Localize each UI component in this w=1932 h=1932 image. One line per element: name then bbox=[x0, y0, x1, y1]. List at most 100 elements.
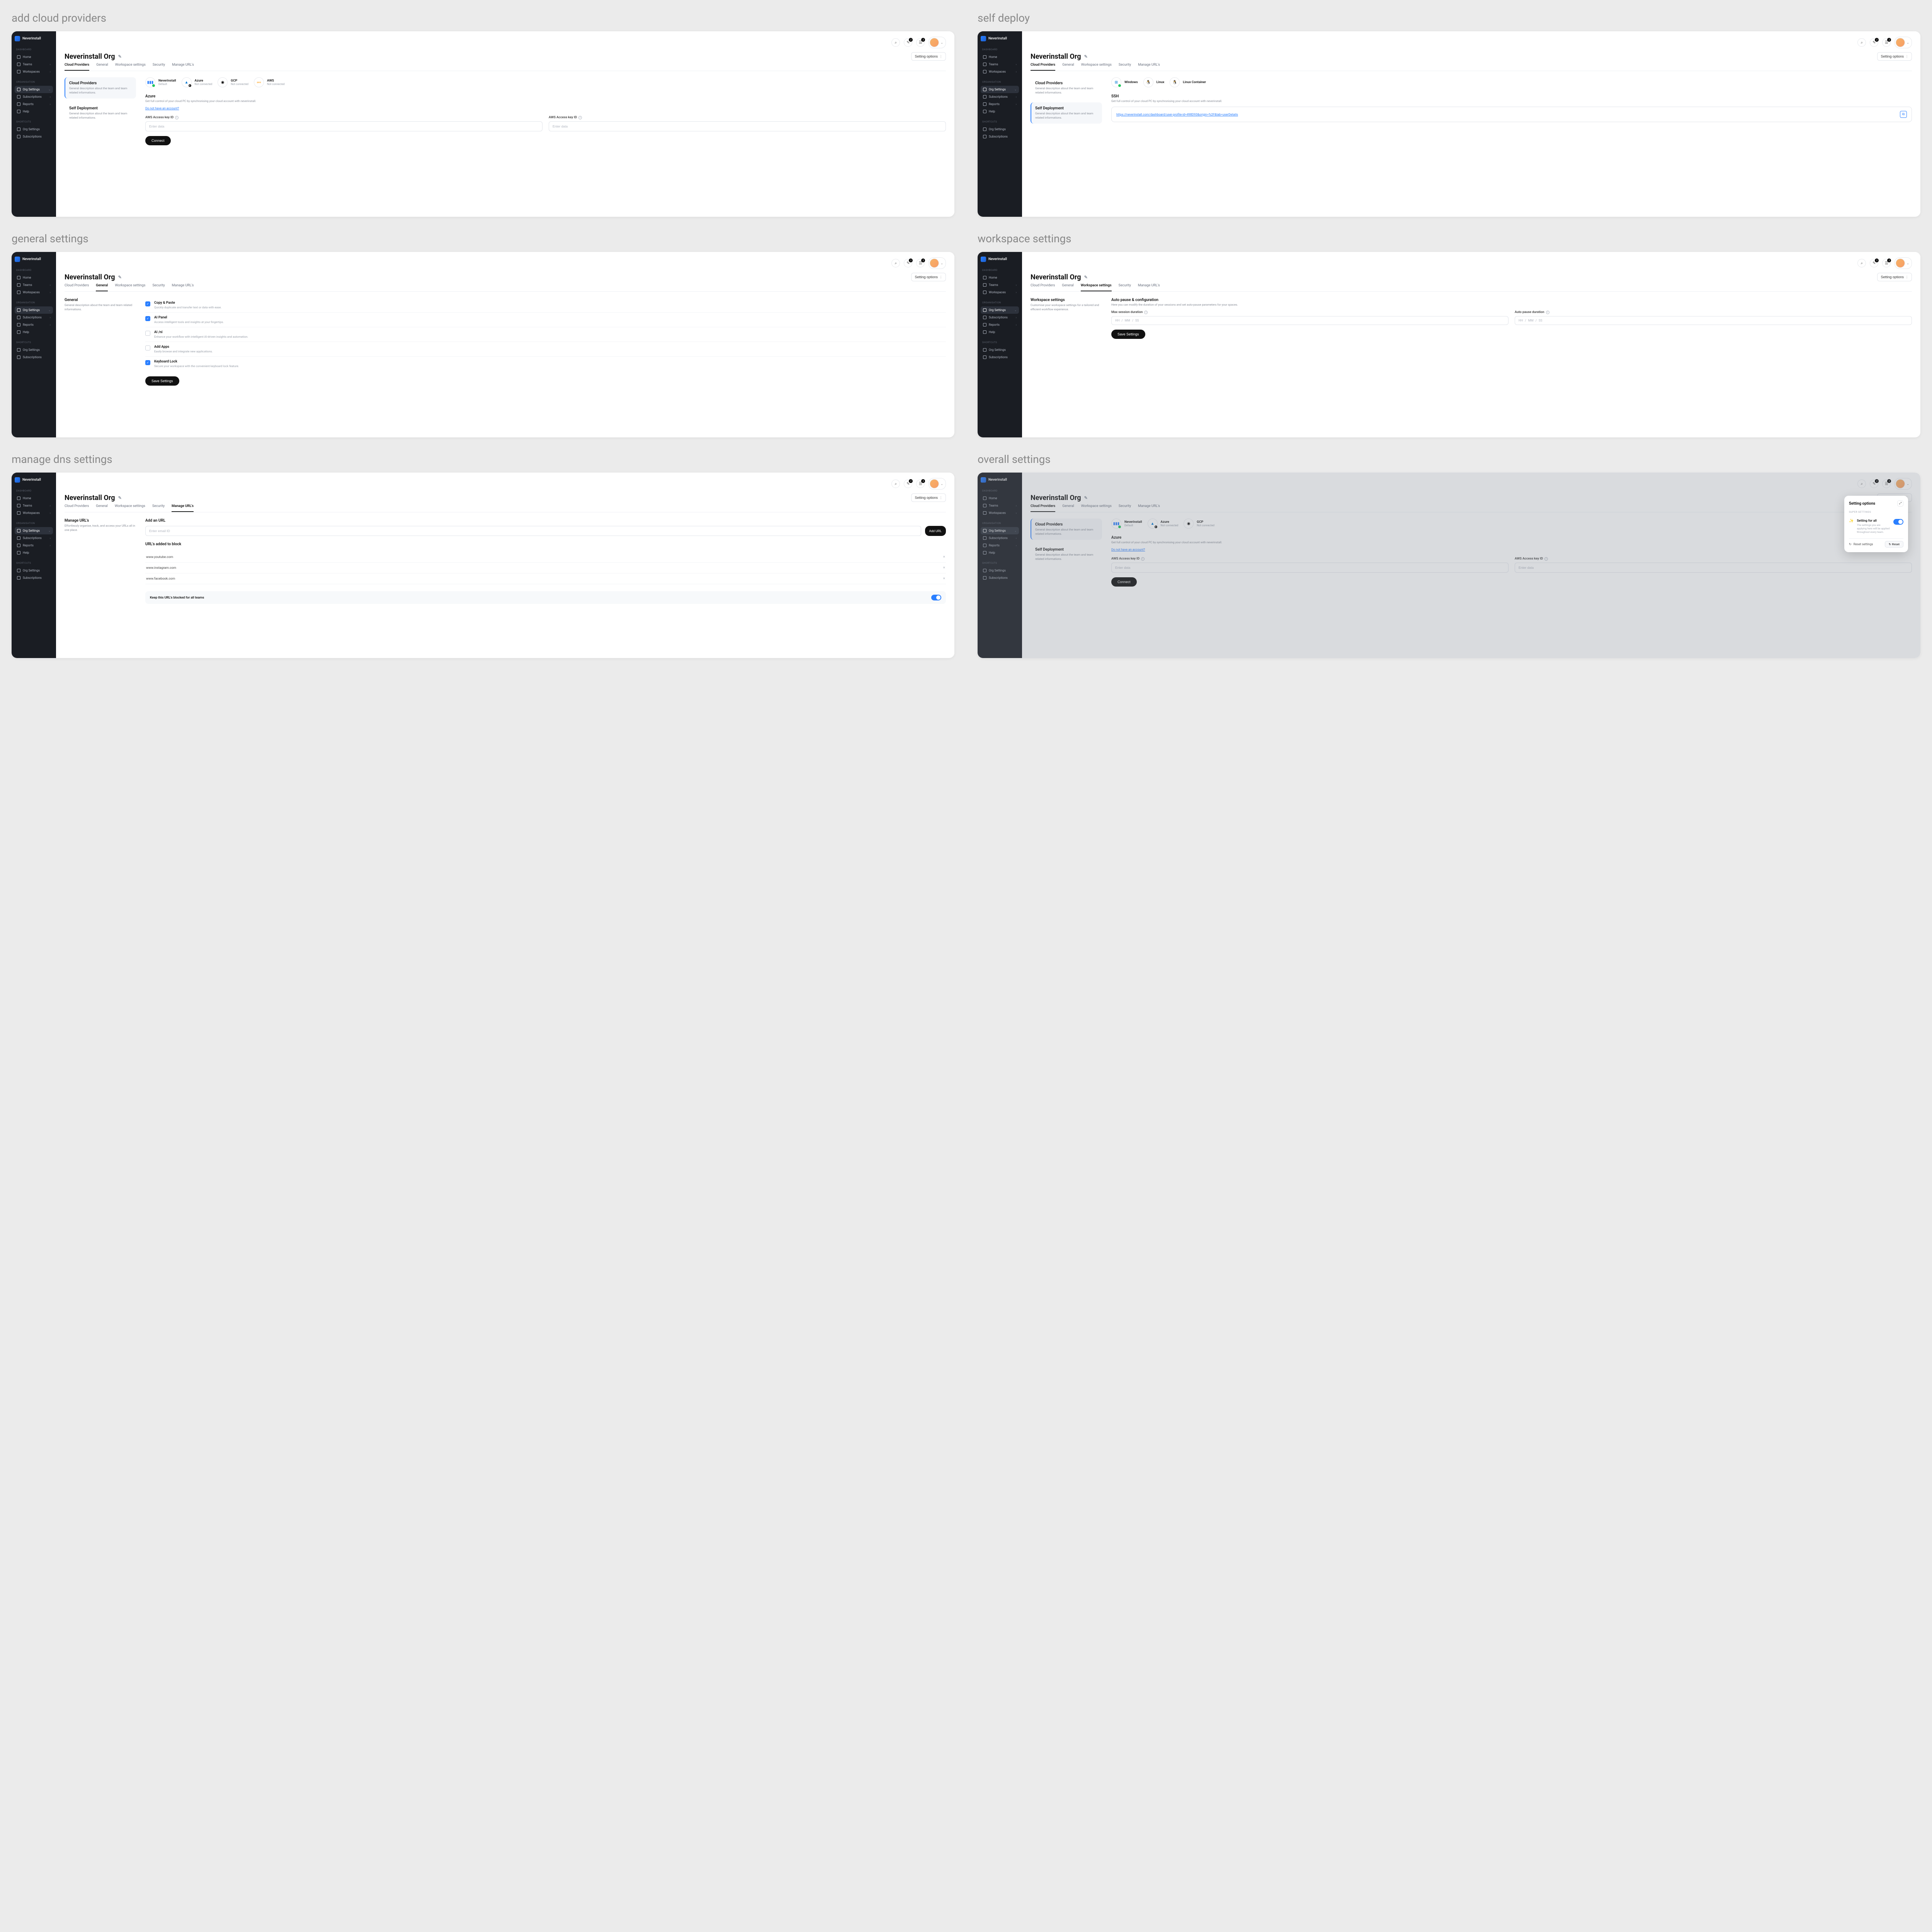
provider-aws[interactable]: awsAWSNot connected bbox=[254, 77, 285, 87]
nav-teams[interactable]: Teams› bbox=[981, 502, 1019, 509]
close-icon[interactable]: ⤢ bbox=[1897, 500, 1903, 507]
provider-linux[interactable]: 🐧Linux bbox=[1143, 77, 1165, 87]
nav-help[interactable]: Help bbox=[15, 328, 53, 336]
provider-azure[interactable]: ▲+AzureNot connected bbox=[182, 77, 213, 87]
reset-button[interactable]: ↻ Reset bbox=[1885, 541, 1903, 548]
nav-home[interactable]: Home bbox=[15, 53, 53, 61]
nav-workspaces[interactable]: Workspaces› bbox=[15, 509, 53, 517]
shortcut-org[interactable]: Org Settings bbox=[981, 346, 1019, 354]
nav-help[interactable]: Help bbox=[981, 328, 1019, 336]
nav-help[interactable]: Help bbox=[981, 108, 1019, 115]
ssh-url[interactable]: https://neverinstall.com/dashboard/user-… bbox=[1116, 113, 1896, 116]
shortcut-sub[interactable]: Subscriptions bbox=[981, 574, 1019, 582]
access-key-input-2[interactable] bbox=[1515, 563, 1912, 573]
bell-icon[interactable]: ☰2 bbox=[916, 38, 925, 47]
nav-reports[interactable]: Reports› bbox=[15, 100, 53, 108]
nav-teams[interactable]: Teams› bbox=[981, 61, 1019, 68]
notes-icon[interactable]: ✎2 bbox=[904, 480, 912, 488]
bell-icon[interactable]: ☰2 bbox=[1882, 259, 1891, 267]
shortcut-org[interactable]: Org Settings bbox=[981, 126, 1019, 133]
tab-cloud[interactable]: Cloud Providers bbox=[1031, 63, 1055, 71]
check-row[interactable]: ✓Copy & PasteQuickly duplicate and trans… bbox=[145, 298, 946, 313]
add-url-button[interactable]: Add URL bbox=[925, 526, 946, 536]
connect-button[interactable]: Connect bbox=[145, 136, 171, 145]
search-icon[interactable]: ⌕ bbox=[891, 480, 900, 488]
nav-org-settings[interactable]: Org Settings⌄ bbox=[15, 306, 53, 314]
tab-security[interactable]: Security bbox=[1119, 504, 1131, 512]
search-icon[interactable]: ⌕ bbox=[1857, 259, 1866, 267]
provider-neverinstall[interactable]: ▮▮▮NeverinstallDefault bbox=[1111, 519, 1142, 529]
user-menu[interactable]: ⌄ bbox=[1895, 37, 1912, 48]
notes-icon[interactable]: ✎2 bbox=[1870, 38, 1878, 47]
tab-cloud[interactable]: Cloud Providers bbox=[1031, 504, 1055, 512]
provider-gcp[interactable]: ◉GCPNot connected bbox=[1184, 519, 1214, 529]
settings-options-button[interactable]: Setting options⋮ bbox=[1877, 52, 1912, 61]
shortcut-sub[interactable]: Subscriptions bbox=[15, 133, 53, 140]
shortcut-sub[interactable]: Subscriptions bbox=[15, 354, 53, 361]
left-selfdep-card[interactable]: Self Deployment General description abou… bbox=[65, 102, 136, 124]
info-icon[interactable]: i bbox=[175, 116, 179, 119]
tab-security[interactable]: Security bbox=[152, 284, 165, 291]
nav-home[interactable]: Home bbox=[981, 53, 1019, 61]
tab-urls[interactable]: Manage URL's bbox=[1138, 63, 1160, 71]
tab-cloud[interactable]: Cloud Providers bbox=[1031, 284, 1055, 291]
provider-linuxc[interactable]: 🐧Linux Container bbox=[1170, 77, 1206, 87]
shortcut-sub[interactable]: Subscriptions bbox=[15, 574, 53, 582]
nav-workspaces[interactable]: Workspaces› bbox=[981, 68, 1019, 75]
tab-workspace[interactable]: Workspace settings bbox=[115, 63, 146, 71]
tab-urls[interactable]: Manage URL's bbox=[172, 284, 194, 291]
nav-workspaces[interactable]: Workspaces› bbox=[981, 509, 1019, 517]
user-menu[interactable]: ⌄ bbox=[929, 37, 946, 48]
provider-gcp[interactable]: ◉GCPNot connected bbox=[218, 77, 248, 87]
nav-subscriptions[interactable]: Subscriptions› bbox=[15, 314, 53, 321]
remove-icon[interactable]: × bbox=[943, 555, 945, 559]
nav-org-settings[interactable]: Org Settings⌄ bbox=[15, 527, 53, 534]
tab-cloud[interactable]: Cloud Providers bbox=[65, 63, 89, 71]
provider-windows[interactable]: ⊞Windows bbox=[1111, 77, 1138, 87]
tab-security[interactable]: Security bbox=[1119, 63, 1131, 71]
tab-cloud[interactable]: Cloud Providers bbox=[65, 504, 89, 512]
tab-workspace[interactable]: Workspace settings bbox=[1081, 284, 1112, 291]
max-session-input[interactable]: HH/MM/SS bbox=[1111, 316, 1509, 325]
provider-azure[interactable]: ▲+AzureNot connected bbox=[1148, 519, 1179, 529]
nav-home[interactable]: Home bbox=[15, 274, 53, 281]
edit-icon[interactable]: ✎ bbox=[1084, 54, 1088, 59]
provider-neverinstall[interactable]: ▮▮▮NeverinstallDefault bbox=[145, 77, 176, 87]
access-key-input-2[interactable] bbox=[549, 121, 946, 131]
nav-org-settings[interactable]: Org Settings⌄ bbox=[981, 306, 1019, 314]
notes-icon[interactable]: ✎2 bbox=[1870, 480, 1878, 488]
auto-pause-input[interactable]: HH/MM/SS bbox=[1515, 316, 1912, 325]
bell-icon[interactable]: ☰2 bbox=[916, 480, 925, 488]
nav-org-settings[interactable]: Org Settings⌄ bbox=[981, 527, 1019, 534]
nav-home[interactable]: Home bbox=[981, 495, 1019, 502]
left-cloud-card[interactable]: Cloud Providers General description abou… bbox=[1031, 519, 1102, 540]
access-key-input-1[interactable] bbox=[1111, 563, 1509, 573]
tab-security[interactable]: Security bbox=[1119, 284, 1131, 291]
tab-general[interactable]: General bbox=[96, 504, 108, 512]
bell-icon[interactable]: ☰2 bbox=[1882, 480, 1891, 488]
nav-help[interactable]: Help bbox=[15, 549, 53, 556]
remove-icon[interactable]: × bbox=[943, 566, 945, 570]
nav-org-settings[interactable]: Org Settings⌄ bbox=[15, 86, 53, 93]
tab-urls[interactable]: Manage URL's bbox=[172, 504, 194, 512]
tab-urls[interactable]: Manage URL's bbox=[1138, 504, 1160, 512]
left-selfdep-card[interactable]: Self Deployment General description abou… bbox=[1031, 544, 1102, 565]
settings-options-button[interactable]: Setting options⋮ bbox=[911, 52, 946, 61]
info-icon[interactable]: i bbox=[1546, 311, 1549, 314]
edit-icon[interactable]: ✎ bbox=[118, 54, 122, 59]
search-icon[interactable]: ⌕ bbox=[891, 38, 900, 47]
checkbox[interactable] bbox=[145, 331, 150, 336]
info-icon[interactable]: i bbox=[1141, 557, 1145, 561]
left-cloud-card[interactable]: Cloud Providers General description abou… bbox=[1031, 77, 1102, 99]
edit-icon[interactable]: ✎ bbox=[1084, 275, 1088, 280]
tab-general[interactable]: General bbox=[96, 284, 108, 291]
tab-general[interactable]: General bbox=[1062, 504, 1074, 512]
check-row[interactable]: AI /niEnhance your workflow with intelli… bbox=[145, 327, 946, 342]
user-menu[interactable]: ⌄ bbox=[1895, 257, 1912, 269]
nav-teams[interactable]: Teams› bbox=[15, 502, 53, 509]
nav-workspaces[interactable]: Workspaces› bbox=[981, 289, 1019, 296]
nav-subscriptions[interactable]: Subscriptions› bbox=[981, 93, 1019, 100]
save-button[interactable]: Save Settings bbox=[145, 376, 179, 386]
nav-reports[interactable]: Reports› bbox=[15, 321, 53, 328]
settings-options-button[interactable]: Setting options⋮ bbox=[1877, 273, 1912, 281]
